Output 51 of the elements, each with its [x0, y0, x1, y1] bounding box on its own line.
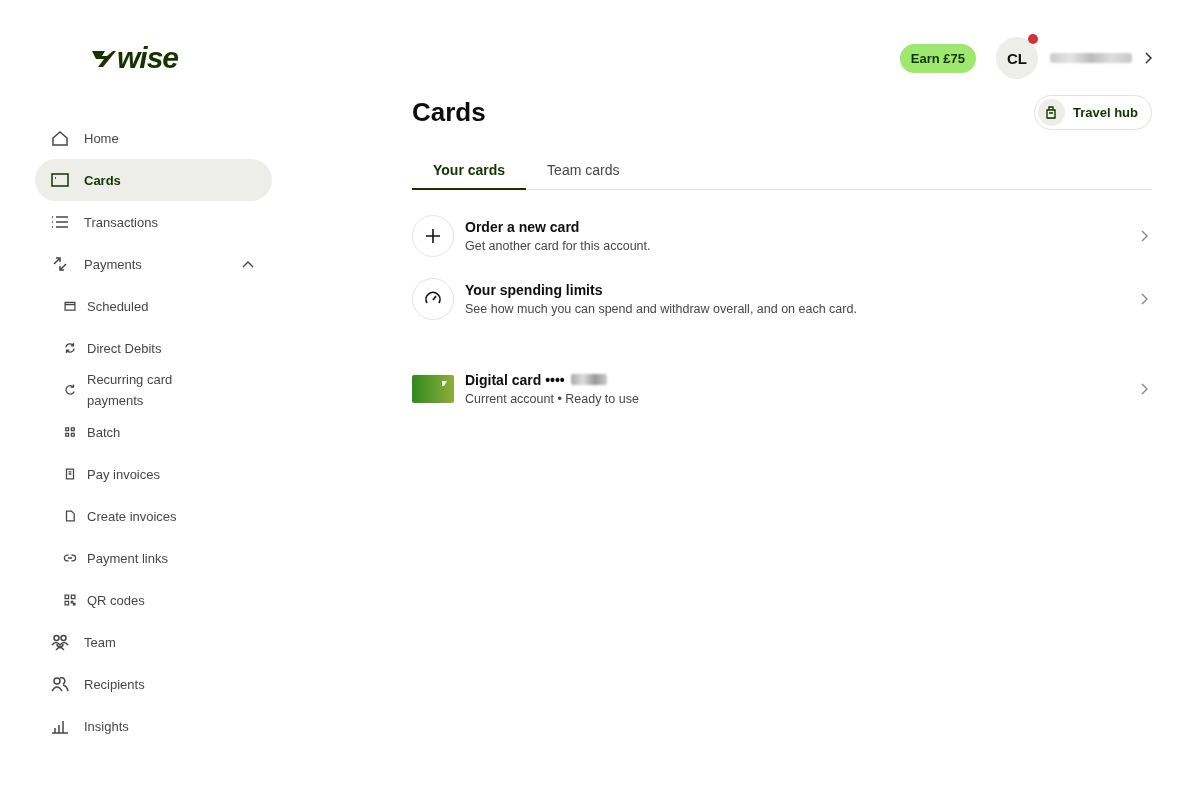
sidebar-item[interactable]: Recurring card payments	[35, 369, 272, 411]
chevron-right-icon	[1140, 382, 1148, 395]
batch-icon	[63, 425, 77, 439]
chevron-up-icon[interactable]	[242, 260, 254, 268]
sidebar-item[interactable]: Recipients	[35, 663, 272, 705]
card-item[interactable]: Digital card •••• Current account • Ready to use	[412, 357, 1152, 420]
luggage-icon	[1045, 105, 1058, 120]
sidebar-item[interactable]: Team	[35, 621, 272, 663]
sidebar-item[interactable]: Pay invoices	[35, 453, 272, 495]
chevron-right-icon	[1140, 229, 1148, 242]
sidebar-item[interactable]: Home	[35, 117, 272, 159]
repeat-icon	[63, 383, 77, 397]
qr-icon	[63, 593, 77, 607]
item-subtitle: Get another card for this account.	[465, 238, 652, 253]
tab[interactable]: Team cards	[526, 152, 641, 190]
tab[interactable]: Your cards	[412, 152, 527, 190]
sync-icon	[63, 341, 77, 355]
sidebar-item[interactable]: Batch	[35, 411, 272, 453]
people-icon	[50, 674, 70, 694]
sidebar-item[interactable]: Create invoices	[35, 495, 272, 537]
list-item[interactable]: Order a new card Get another card for this account.	[412, 204, 1152, 267]
item-title: Digital card ••••	[465, 371, 565, 388]
earn-badge[interactable]: Earn £75	[899, 43, 976, 73]
logo: wise	[117, 41, 179, 75]
chevron-right-icon	[1140, 292, 1148, 305]
item-title: Order a new card	[465, 218, 581, 235]
sidebar-item[interactable]: QR codes	[35, 579, 272, 621]
card-icon	[50, 170, 70, 190]
item-title: Your spending limits	[465, 281, 604, 298]
page-title: Cards	[412, 97, 486, 128]
travel-hub-button[interactable]: Travel hub	[1033, 95, 1152, 130]
sidebar-item[interactable]: Cards	[35, 159, 272, 201]
home-icon	[50, 128, 70, 148]
item-subtitle: Current account • Ready to use	[465, 391, 640, 406]
file-icon	[63, 509, 77, 523]
blurred-digits	[570, 374, 607, 385]
card-thumbnail-icon	[412, 374, 454, 403]
chevron-right-icon[interactable]	[1144, 52, 1152, 64]
item-subtitle: See how much you can spend and withdraw overall, and on each card.	[465, 301, 858, 316]
doc-icon	[63, 467, 77, 481]
sidebar-item[interactable]: Transactions	[35, 201, 272, 243]
sidebar-item[interactable]: Payments	[35, 243, 272, 285]
calendar-icon	[63, 299, 77, 313]
sidebar-item[interactable]: Direct Debits	[35, 327, 272, 369]
team-icon	[50, 632, 70, 652]
sidebar-item[interactable]: Scheduled	[35, 285, 272, 327]
logo-mark-icon	[91, 48, 117, 68]
sidebar-item[interactable]: Payment links	[35, 537, 272, 579]
list-item[interactable]: Your spending limits See how much you can spend and withdraw overall, and on each card.	[412, 267, 1152, 330]
sidebar-item[interactable]: Insights	[35, 705, 272, 747]
avatar[interactable]: CL	[996, 37, 1038, 79]
